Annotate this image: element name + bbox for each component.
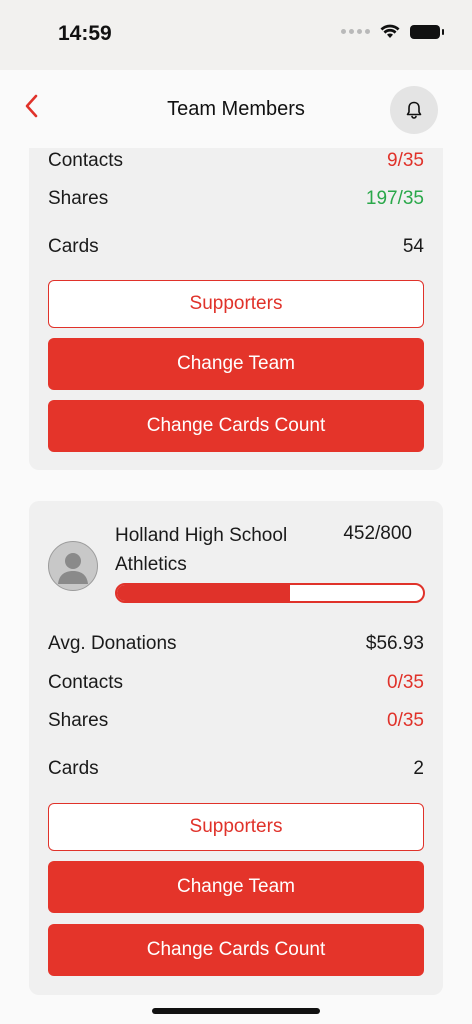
contacts-label: Contacts — [48, 672, 123, 693]
cards-row: Cards 2 — [48, 758, 424, 780]
contacts-row: Contacts 9/35 — [48, 150, 424, 172]
status-icons — [341, 24, 444, 39]
avg-donations-value: $56.93 — [365, 633, 424, 654]
supporters-button[interactable]: Supporters — [48, 280, 424, 328]
change-team-button[interactable]: Change Team — [48, 338, 424, 390]
member-card: Holland High School Athletics 452/800 Av… — [29, 501, 443, 995]
notifications-button[interactable] — [390, 86, 438, 134]
contacts-row: Contacts 0/35 — [48, 672, 424, 694]
signal-icon — [341, 29, 370, 34]
shares-value: 197/35 — [365, 188, 424, 209]
cards-value: 2 — [413, 758, 424, 779]
progress-bar — [115, 583, 425, 603]
avatar — [48, 541, 98, 591]
progress-fill — [117, 585, 290, 601]
status-time: 14:59 — [58, 22, 112, 45]
avg-donations-row: Avg. Donations $56.93 — [48, 633, 424, 655]
cards-label: Cards — [48, 758, 99, 779]
home-indicator[interactable] — [152, 1008, 320, 1014]
cards-value: 54 — [402, 236, 424, 257]
shares-row: Shares 0/35 — [48, 710, 424, 732]
change-team-button[interactable]: Change Team — [48, 861, 424, 913]
contacts-label: Contacts — [48, 150, 123, 171]
contacts-value: 0/35 — [387, 672, 424, 693]
battery-icon — [410, 24, 444, 39]
shares-value: 0/35 — [387, 710, 424, 731]
cards-label: Cards — [48, 236, 99, 257]
contacts-value: 9/35 — [387, 150, 424, 171]
supporters-button[interactable]: Supporters — [48, 803, 424, 851]
team-name: Holland High School Athletics — [115, 525, 288, 575]
progress-text: 452/800 — [343, 523, 412, 544]
user-icon — [58, 553, 88, 584]
member-card: Contacts 9/35 Shares 197/35 Cards 54 Sup… — [29, 148, 443, 470]
change-cards-count-button[interactable]: Change Cards Count — [48, 924, 424, 976]
shares-row: Shares 197/35 — [48, 188, 424, 210]
members-list[interactable]: Contacts 9/35 Shares 197/35 Cards 54 Sup… — [0, 148, 472, 1024]
bell-icon — [406, 101, 422, 119]
header: Team Members — [0, 70, 472, 148]
change-cards-count-button[interactable]: Change Cards Count — [48, 400, 424, 452]
avg-donations-label: Avg. Donations — [48, 633, 177, 654]
shares-label: Shares — [48, 710, 109, 731]
cards-row: Cards 54 — [48, 236, 424, 258]
shares-label: Shares — [48, 188, 109, 209]
wifi-icon — [380, 24, 400, 38]
status-bar: 14:59 — [0, 0, 472, 70]
